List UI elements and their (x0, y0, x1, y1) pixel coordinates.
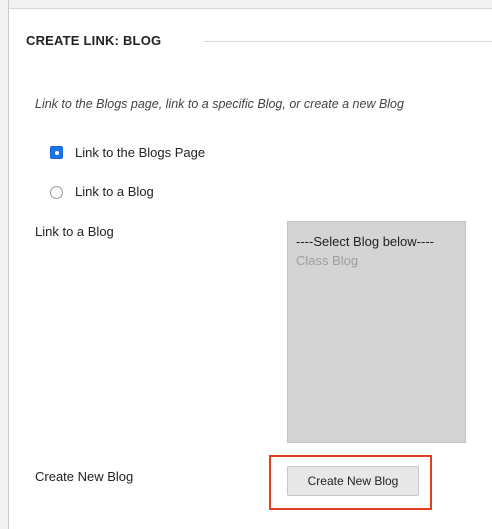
radio-link-blogs-page[interactable]: Link to the Blogs Page (50, 145, 205, 160)
create-new-blog-label: Create New Blog (35, 469, 134, 484)
section-divider (204, 41, 492, 42)
section-title: CREATE LINK: BLOG (26, 33, 162, 48)
blog-select-label: Link to a Blog (35, 224, 114, 239)
radio-checked-icon[interactable] (50, 146, 63, 159)
left-border-strip (0, 0, 9, 529)
listbox-option-placeholder[interactable]: ----Select Blog below---- (296, 232, 457, 251)
blog-select-listbox[interactable]: ----Select Blog below---- Class Blog (287, 221, 466, 443)
listbox-option-class-blog[interactable]: Class Blog (296, 251, 457, 270)
create-new-blog-button[interactable]: Create New Blog (287, 466, 419, 496)
radio-unchecked-icon[interactable] (50, 186, 63, 199)
radio-link-to-blog[interactable]: Link to a Blog (50, 184, 154, 199)
instructions-text: Link to the Blogs page, link to a specif… (35, 97, 404, 111)
radio-label-link-to-blog: Link to a Blog (75, 184, 154, 199)
top-border-strip (9, 0, 492, 9)
radio-label-blogs-page: Link to the Blogs Page (75, 145, 206, 160)
